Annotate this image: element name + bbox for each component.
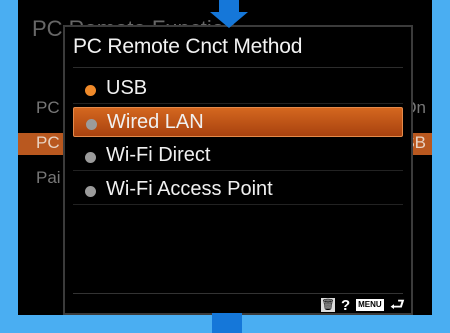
footer-divider [73,293,403,294]
radio-icon [85,152,96,163]
option-label: Wi-Fi Direct [106,144,211,166]
back-arrow-icon[interactable]: ⮐ [390,296,405,313]
background-row-left: PC [36,98,60,117]
option-wifi-direct[interactable]: Wi-Fi Direct [73,141,403,171]
option-label: USB [106,77,148,99]
selected-radio-icon [85,85,96,96]
option-label: Wi-Fi Access Point [106,178,273,200]
arrow-stem [212,313,242,333]
radio-icon [86,119,97,130]
option-wifi-access-point[interactable]: Wi-Fi Access Point [73,175,403,205]
title-divider [73,67,403,68]
menu-button-icon[interactable]: MENU [356,299,384,311]
background-row-left: PC [36,133,60,152]
camera-screen: PC Remote Function PC On PC SB Pai PC Re… [18,0,432,315]
trash-icon[interactable]: 🗑 [320,298,335,312]
option-label: Wired LAN [107,111,204,133]
down-arrow-icon [210,0,248,28]
option-usb[interactable]: USB [73,74,403,104]
option-wired-lan[interactable]: Wired LAN [73,107,403,137]
dialog-footer: 🗑 ? MENU ⮐ [320,296,405,314]
background-row-left: Pai [36,168,61,187]
dialog-title: PC Remote Cnct Method [73,35,303,58]
radio-icon [85,186,96,197]
help-text[interactable]: ? [341,297,350,314]
connection-method-dialog: PC Remote Cnct Method USB Wired LAN Wi-F… [63,25,413,315]
